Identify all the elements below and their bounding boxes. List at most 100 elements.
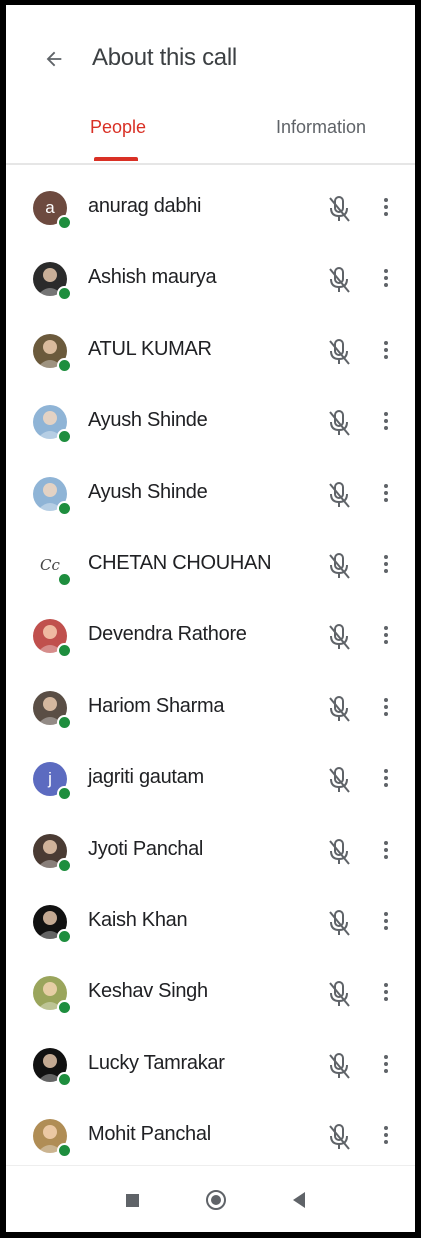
avatar <box>33 262 72 302</box>
participant-name: Mohit Panchal <box>88 1123 211 1146</box>
more-vert-icon[interactable] <box>378 409 394 437</box>
mic-off-icon[interactable] <box>326 694 352 724</box>
participant-name: Ashish maurya <box>88 266 217 289</box>
participant-row[interactable]: j jagriti gautam <box>6 744 415 815</box>
participant-name: Ayush Shinde <box>88 409 208 432</box>
mic-off-icon[interactable] <box>326 622 352 652</box>
more-vert-icon[interactable] <box>378 838 394 866</box>
avatar: a <box>33 191 72 230</box>
tab-information[interactable]: Information <box>276 117 366 138</box>
participant-row[interactable]: Keshav Singh <box>6 958 415 1029</box>
participant-name: ATUL KUMAR <box>88 337 212 360</box>
participant-row[interactable]: Kaish Khan <box>6 887 415 958</box>
online-status-dot <box>57 286 72 302</box>
avatar <box>33 1047 72 1087</box>
participant-row[interactable]: Lucky Tamrakar <box>6 1030 415 1101</box>
online-status-dot <box>57 215 72 230</box>
more-vert-icon[interactable] <box>378 1052 394 1080</box>
participant-row[interactable]: Hariom Sharma <box>6 673 415 744</box>
avatar-letter: a <box>45 198 55 217</box>
participant-name: CHETAN CHOUHAN <box>88 551 272 574</box>
mic-off-icon[interactable] <box>326 480 352 510</box>
avatar <box>33 476 72 516</box>
more-vert-icon[interactable] <box>378 980 394 1008</box>
page-title: About this call <box>92 44 237 71</box>
participant-row[interactable]: Mohit Panchal <box>6 1101 415 1172</box>
more-vert-icon[interactable] <box>378 695 394 723</box>
participant-name: Ayush Shinde <box>88 480 208 503</box>
online-status-dot <box>57 571 72 587</box>
participant-row[interactable]: Ashish maurya <box>6 244 415 315</box>
avatar <box>33 1119 72 1159</box>
phone-screen: About this call People Information a anur… <box>6 5 415 1232</box>
more-vert-icon[interactable] <box>378 552 394 580</box>
more-vert-icon[interactable] <box>378 481 394 509</box>
mic-off-icon[interactable] <box>326 337 352 367</box>
avatar: Cc <box>33 547 72 587</box>
participant-name: Devendra Rathore <box>88 623 247 646</box>
back-button[interactable] <box>36 41 72 77</box>
participant-row[interactable]: Jyoti Panchal <box>6 816 415 887</box>
participant-name: jagriti gautam <box>88 766 204 789</box>
participant-list: a anurag dabhi Ashish maurya ATUL KUMAR Ayus… <box>6 173 415 1172</box>
participant-row[interactable]: Ayush Shinde <box>6 387 415 458</box>
participant-name: anurag dabhi <box>88 195 202 217</box>
avatar: j <box>33 762 72 802</box>
more-vert-icon[interactable] <box>378 266 394 294</box>
tab-people[interactable]: People <box>90 117 146 138</box>
mic-off-icon[interactable] <box>326 265 352 295</box>
online-status-dot <box>57 1071 72 1087</box>
active-tab-indicator <box>94 157 138 161</box>
participant-name: Jyoti Panchal <box>88 837 204 860</box>
mic-off-icon[interactable] <box>326 908 352 938</box>
participant-row[interactable]: Ayush Shinde <box>6 459 415 530</box>
home-icon[interactable] <box>206 1190 226 1210</box>
mic-off-icon[interactable] <box>326 1122 352 1152</box>
avatar <box>33 690 72 730</box>
mic-off-icon[interactable] <box>326 551 352 581</box>
avatar-letter: j <box>48 769 52 789</box>
mic-off-icon[interactable] <box>326 408 352 438</box>
avatar <box>33 405 72 445</box>
online-status-dot <box>57 357 72 373</box>
online-status-dot <box>57 1000 72 1016</box>
mic-off-icon[interactable] <box>326 837 352 867</box>
recent-apps-icon[interactable] <box>126 1194 139 1207</box>
participant-row[interactable]: a anurag dabhi <box>6 173 415 244</box>
mic-off-icon[interactable] <box>326 1051 352 1081</box>
online-status-dot <box>57 500 72 516</box>
mic-off-icon[interactable] <box>326 194 352 224</box>
back-icon[interactable] <box>293 1192 305 1208</box>
more-vert-icon[interactable] <box>378 1123 394 1151</box>
avatar <box>33 833 72 873</box>
avatar-letter: Cc <box>40 555 60 574</box>
app-bar: About this call <box>6 5 415 105</box>
more-vert-icon[interactable] <box>378 766 394 794</box>
more-vert-icon[interactable] <box>378 623 394 651</box>
avatar <box>33 619 72 659</box>
participant-row[interactable]: Devendra Rathore <box>6 601 415 672</box>
system-navigation-bar <box>6 1165 415 1232</box>
avatar <box>33 976 72 1016</box>
online-status-dot <box>57 714 72 730</box>
avatar <box>33 904 72 944</box>
online-status-dot <box>57 786 72 802</box>
participant-name: Hariom Sharma <box>88 694 225 717</box>
arrow-left-icon <box>46 51 62 67</box>
mic-off-icon[interactable] <box>326 979 352 1009</box>
more-vert-icon[interactable] <box>378 338 394 366</box>
avatar <box>33 333 72 373</box>
participant-row[interactable]: Cc CHETAN CHOUHAN <box>6 530 415 601</box>
participant-name: Kaish Khan <box>88 908 188 931</box>
participant-name: Lucky Tamrakar <box>88 1051 225 1074</box>
participant-name: Keshav Singh <box>88 980 208 1003</box>
online-status-dot <box>57 1143 72 1159</box>
tab-bar: People Information <box>6 105 415 165</box>
more-vert-icon[interactable] <box>378 195 394 223</box>
mic-off-icon[interactable] <box>326 765 352 795</box>
online-status-dot <box>57 643 72 659</box>
online-status-dot <box>57 857 72 873</box>
more-vert-icon[interactable] <box>378 909 394 937</box>
online-status-dot <box>57 429 72 445</box>
participant-row[interactable]: ATUL KUMAR <box>6 316 415 387</box>
